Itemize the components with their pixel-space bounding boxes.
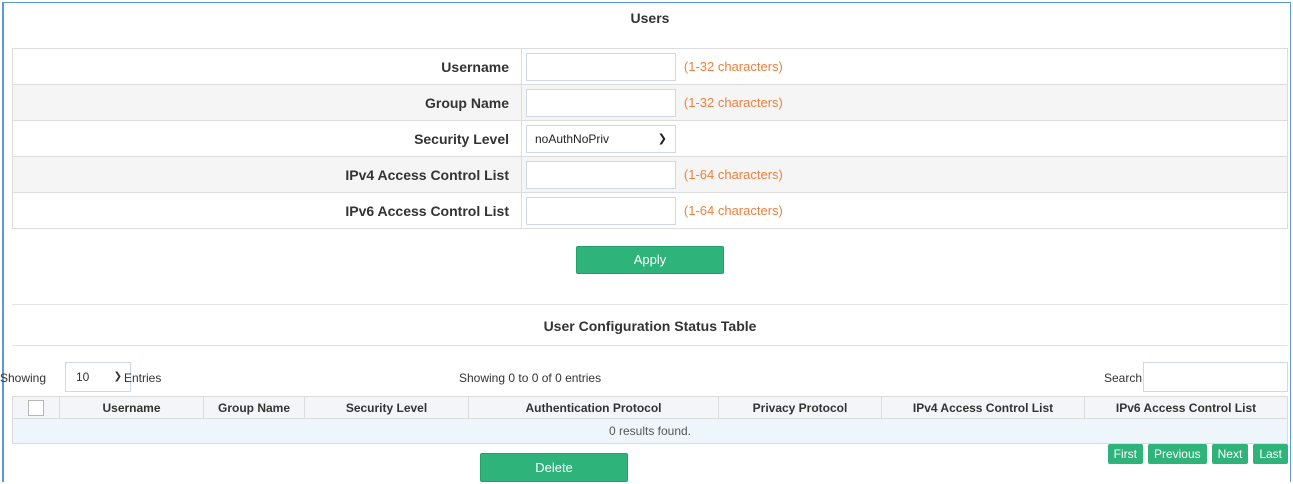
- column-header[interactable]: Privacy Protocol: [718, 396, 882, 419]
- security-level-value: noAuthNoPriv: [535, 131, 610, 146]
- ipv4-acl-hint: (1-64 characters): [683, 167, 783, 182]
- form-row-ipv6-acl: IPv6 Access Control List (1-64 character…: [12, 192, 1288, 229]
- entries-label: Entries: [124, 371, 162, 385]
- group-name-input[interactable]: [526, 88, 676, 117]
- empty-message: 0 results found.: [12, 418, 1288, 444]
- search-label: Search: [1104, 371, 1143, 385]
- last-page-button[interactable]: Last: [1253, 444, 1288, 464]
- select-all-checkbox[interactable]: [28, 399, 44, 416]
- ipv4-acl-input[interactable]: [526, 160, 676, 189]
- table-header-row: Username Group Name Security Level Authe…: [12, 396, 1288, 419]
- column-header[interactable]: Username: [59, 396, 204, 419]
- column-header[interactable]: Security Level: [304, 396, 469, 419]
- ipv4-acl-label: IPv4 Access Control List: [12, 156, 522, 193]
- table-info: Showing 0 to 0 of 0 entries: [459, 371, 602, 385]
- delete-button[interactable]: Delete: [480, 453, 628, 482]
- entries-select[interactable]: 10 ❯: [65, 362, 131, 392]
- users-form: Username (1-32 characters) Group Name (1…: [12, 48, 1288, 229]
- username-label: Username: [12, 48, 522, 85]
- divider: [12, 304, 1288, 305]
- group-name-label: Group Name: [12, 84, 522, 121]
- username-input[interactable]: [526, 52, 676, 81]
- form-row-security-level: Security Level noAuthNoPriv ❯: [12, 120, 1288, 157]
- column-header[interactable]: Group Name: [203, 396, 305, 419]
- security-level-select[interactable]: noAuthNoPriv ❯: [526, 124, 676, 153]
- column-header[interactable]: IPv4 Access Control List: [881, 396, 1085, 419]
- table-controls: Showing 10 ❯ Entries Showing 0 to 0 of 0…: [0, 362, 1288, 392]
- column-header[interactable]: IPv6 Access Control List: [1084, 396, 1288, 419]
- select-all-header: [12, 396, 60, 419]
- column-header[interactable]: Authentication Protocol: [468, 396, 719, 419]
- apply-button[interactable]: Apply: [576, 246, 724, 274]
- pagination: First Previous Next Last: [1107, 444, 1288, 464]
- users-title: Users: [630, 10, 670, 26]
- search-input[interactable]: [1143, 362, 1288, 392]
- entries-value: 10: [76, 370, 90, 384]
- group-name-hint: (1-32 characters): [683, 95, 783, 110]
- ipv6-acl-hint: (1-64 characters): [683, 203, 783, 218]
- form-row-ipv4-acl: IPv4 Access Control List (1-64 character…: [12, 156, 1288, 193]
- table-row: 0 results found.: [12, 418, 1288, 444]
- previous-page-button[interactable]: Previous: [1147, 444, 1207, 464]
- first-page-button[interactable]: First: [1107, 444, 1143, 464]
- form-row-group-name: Group Name (1-32 characters): [12, 84, 1288, 121]
- chevron-down-icon: ❯: [113, 371, 122, 382]
- ipv6-acl-input[interactable]: [526, 196, 676, 225]
- form-row-username: Username (1-32 characters): [12, 48, 1288, 85]
- username-hint: (1-32 characters): [683, 59, 783, 74]
- status-table-title: User Configuration Status Table: [543, 318, 757, 334]
- chevron-down-icon: ❯: [657, 132, 667, 145]
- status-table: Username Group Name Security Level Authe…: [12, 396, 1288, 444]
- divider: [12, 345, 1288, 346]
- security-level-label: Security Level: [12, 120, 522, 157]
- ipv6-acl-label: IPv6 Access Control List: [12, 192, 522, 229]
- next-page-button[interactable]: Next: [1211, 444, 1249, 464]
- showing-label: Showing: [0, 371, 47, 385]
